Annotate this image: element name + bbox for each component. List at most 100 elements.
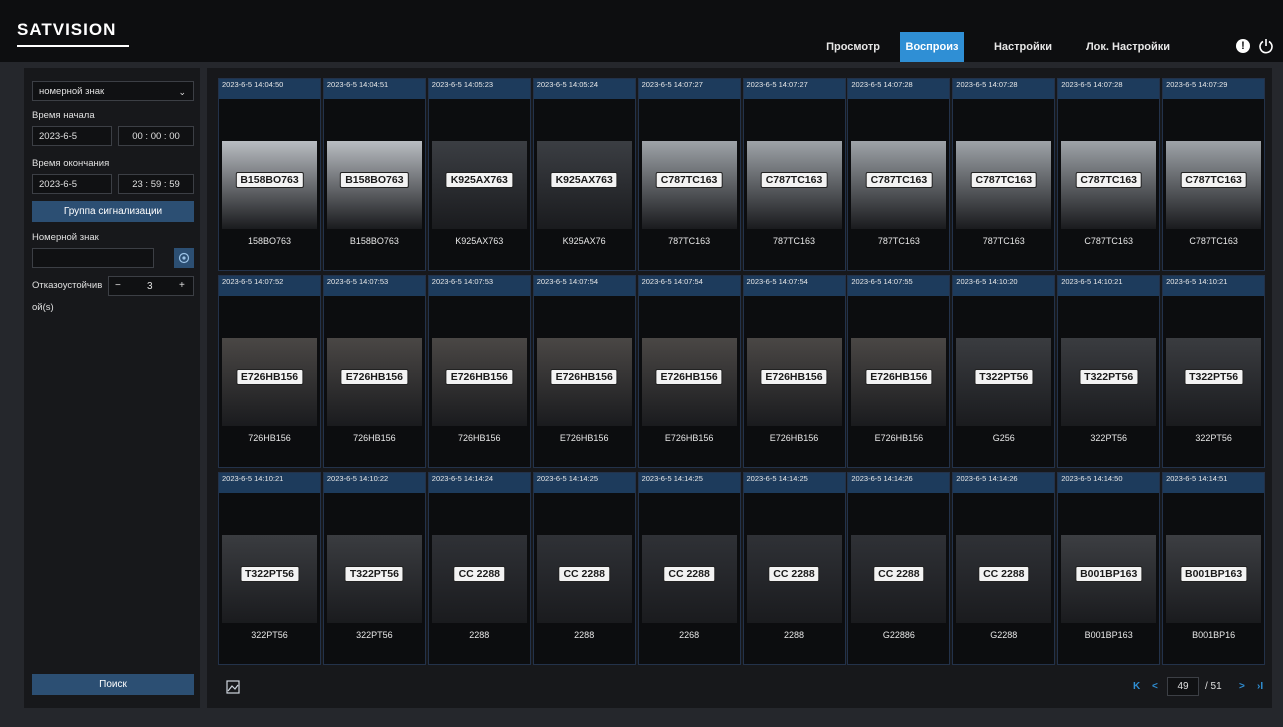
fault-tolerance-label-cont: ой(s)	[32, 302, 54, 313]
fault-tolerance-value: 3	[147, 281, 153, 292]
snapshot-card[interactable]: 2023-6-5 14:07:27 C787TC163 787TC163	[742, 78, 846, 271]
snapshot-card[interactable]: 2023-6-5 14:07:53 E726HB156 726HB156	[322, 275, 426, 468]
snapshot-card[interactable]: 2023-6-5 14:07:28 C787TC163 787TC163	[847, 78, 951, 271]
license-plate-image-text: C787TC163	[655, 171, 723, 188]
end-time-label: Время окончания	[32, 158, 110, 169]
prev-page-button[interactable]: <	[1152, 681, 1158, 692]
snapshot-card[interactable]: 2023-6-5 14:05:24 K925AX763 K925AX76	[532, 78, 636, 271]
alarm-group-button[interactable]: Группа сигнализации	[32, 201, 194, 222]
search-button[interactable]: Поиск	[32, 674, 194, 695]
snapshot-card[interactable]: 2023-6-5 14:14:26 CC 2288 G2288	[952, 472, 1056, 665]
exclamation-icon[interactable]: !	[1236, 39, 1250, 53]
snapshot-card[interactable]: 2023-6-5 14:07:28 C787TC163 787TC163	[952, 78, 1056, 271]
tab-settings[interactable]: Настройки	[985, 32, 1061, 62]
snapshot-timestamp: 2023-6-5 14:07:54	[743, 276, 845, 296]
plate-snapshot-image: T322PT56	[326, 535, 422, 623]
snapshot-card[interactable]: 2023-6-5 14:10:20 T322PT56 G256	[952, 275, 1056, 468]
snapshot-card[interactable]: 2023-6-5 14:07:53 E726HB156 726HB156	[427, 275, 531, 468]
power-icon[interactable]	[1258, 38, 1274, 54]
search-sidebar: номерной знак ⌄ Время начала 2023-6-5 00…	[24, 68, 200, 708]
recognized-plate-label: 787TC163	[982, 236, 1025, 246]
chevron-down-icon: ⌄	[178, 87, 186, 97]
snapshot-card[interactable]: 2023-6-5 14:07:54 E726HB156 E726HB156	[742, 275, 846, 468]
search-type-select[interactable]: номерной знак ⌄	[32, 81, 194, 101]
next-page-button[interactable]: >	[1239, 681, 1245, 692]
license-plate-image-text: B158BO763	[235, 171, 304, 188]
snapshot-card[interactable]: 2023-6-5 14:10:21 T322PT56 322PT56	[218, 472, 321, 665]
plate-snapshot-image: C787TC163	[1061, 141, 1157, 229]
license-plate-image-text: E726HB156	[865, 368, 933, 385]
license-plate-image-text: E726HB156	[655, 368, 723, 385]
snapshot-timestamp: 2023-6-5 14:07:52	[219, 276, 320, 296]
snapshot-card[interactable]: 2023-6-5 14:14:25 CC 2288 2268	[637, 472, 741, 665]
recognized-plate-label: K925AX76	[562, 236, 606, 246]
recognized-plate-label: E726HB156	[874, 433, 924, 443]
snapshot-timestamp: 2023-6-5 14:07:53	[428, 276, 530, 296]
snapshot-timestamp: 2023-6-5 14:07:29	[1163, 79, 1265, 99]
recognized-plate-label: 787TC163	[877, 236, 920, 246]
snapshot-card[interactable]: 2023-6-5 14:07:52 E726HB156 726HB156	[218, 275, 321, 468]
fault-tolerance-stepper[interactable]: − 3 +	[108, 276, 194, 296]
first-page-button[interactable]: K	[1133, 681, 1140, 692]
snapshot-card[interactable]: 2023-6-5 14:14:51 B001BP163 B001BP16	[1162, 472, 1266, 665]
recognized-plate-label: 158BO763	[247, 236, 292, 246]
brand-logo-text: SATVISION	[17, 20, 117, 39]
snapshot-card[interactable]: 2023-6-5 14:04:50 B158BO763 158BO763	[218, 78, 321, 271]
tab-local-settings[interactable]: Лок. Настройки	[1078, 32, 1178, 62]
snapshot-card[interactable]: 2023-6-5 14:05:23 K925AX763 K925AX763	[427, 78, 531, 271]
results-panel: 2023-6-5 14:04:50 B158BO763 158BO763 2023-6…	[207, 68, 1272, 708]
snapshot-card[interactable]: 2023-6-5 14:10:21 T322PT56 322PT56	[1057, 275, 1161, 468]
recognized-plate-label: B158BO763	[349, 236, 399, 246]
license-plate-image-text: T322PT56	[974, 368, 1034, 385]
end-date-field[interactable]: 2023-6-5	[32, 174, 112, 194]
snapshot-timestamp: 2023-6-5 14:07:27	[638, 79, 740, 99]
snapshot-timestamp: 2023-6-5 14:07:54	[533, 276, 635, 296]
plate-snapshot-image: CC 2288	[431, 535, 527, 623]
recognized-plate-label: B001BP163	[1084, 630, 1133, 640]
snapshot-card[interactable]: 2023-6-5 14:07:55 E726HB156 E726HB156	[847, 275, 951, 468]
license-plate-image-text: E726HB156	[760, 368, 828, 385]
plate-snapshot-image: B001BP163	[1061, 535, 1157, 623]
snapshot-card[interactable]: 2023-6-5 14:14:50 B001BP163 B001BP163	[1057, 472, 1161, 665]
snapshot-card[interactable]: 2023-6-5 14:07:28 C787TC163 C787TC163	[1057, 78, 1161, 271]
top-bar: SATVISION Просмотр Воспроиз Настройки Ло…	[0, 0, 1283, 62]
plate-input[interactable]	[32, 248, 154, 268]
increment-button[interactable]: +	[179, 280, 185, 291]
snapshot-timestamp: 2023-6-5 14:10:22	[323, 473, 425, 493]
plate-snapshot-image: C787TC163	[746, 141, 842, 229]
license-plate-image-text: T322PT56	[239, 565, 300, 582]
snapshot-timestamp: 2023-6-5 14:14:26	[848, 473, 950, 493]
recognized-plate-label: 787TC163	[772, 236, 816, 246]
logo-underline	[17, 45, 129, 47]
decrement-button[interactable]: −	[115, 280, 121, 291]
snapshot-card[interactable]: 2023-6-5 14:14:25 CC 2288 2288	[742, 472, 846, 665]
snapshot-grid: 2023-6-5 14:04:50 B158BO763 158BO763 2023-6…	[218, 78, 1268, 671]
tab-live-view[interactable]: Просмотр	[813, 32, 893, 62]
start-date-field[interactable]: 2023-6-5	[32, 126, 112, 146]
end-time-field[interactable]: 23 : 59 : 59	[118, 174, 194, 194]
snapshot-card[interactable]: 2023-6-5 14:07:54 E726HB156 E726HB156	[532, 275, 636, 468]
snapshot-card[interactable]: 2023-6-5 14:10:22 T322PT56 322PT56	[322, 472, 426, 665]
snapshot-card[interactable]: 2023-6-5 14:14:26 CC 2288 G22886	[847, 472, 951, 665]
snapshot-timestamp: 2023-6-5 14:10:20	[953, 276, 1055, 296]
target-icon	[178, 252, 190, 264]
snapshot-card[interactable]: 2023-6-5 14:14:25 CC 2288 2288	[532, 472, 636, 665]
plate-snapshot-image: C787TC163	[851, 141, 947, 229]
license-plate-image-text: C787TC163	[970, 171, 1038, 188]
license-plate-image-text: B001BP163	[1075, 565, 1143, 582]
snapshot-card[interactable]: 2023-6-5 14:07:27 C787TC163 787TC163	[637, 78, 741, 271]
tab-playback[interactable]: Воспроиз	[900, 32, 964, 62]
snapshot-card[interactable]: 2023-6-5 14:04:51 B158BO763 B158BO763	[322, 78, 426, 271]
recognized-plate-label: 322PT56	[1090, 433, 1127, 443]
snapshot-card[interactable]: 2023-6-5 14:10:21 T322PT56 322PT56	[1162, 275, 1266, 468]
snapshot-card[interactable]: 2023-6-5 14:07:29 C787TC163 C787TC163	[1162, 78, 1266, 271]
start-time-field[interactable]: 00 : 00 : 00	[118, 126, 194, 146]
last-page-button[interactable]: ›I	[1257, 681, 1263, 692]
snapshot-card[interactable]: 2023-6-5 14:07:54 E726HB156 E726HB156	[637, 275, 741, 468]
plate-snapshot-image: B158BO763	[326, 141, 422, 229]
plate-picker-button[interactable]	[174, 248, 194, 268]
gallery-icon[interactable]	[226, 680, 240, 694]
snapshot-card[interactable]: 2023-6-5 14:14:24 CC 2288 2288	[427, 472, 531, 665]
page-number-input[interactable]: 49	[1167, 677, 1199, 696]
license-plate-image-text: E726HB156	[445, 368, 513, 385]
